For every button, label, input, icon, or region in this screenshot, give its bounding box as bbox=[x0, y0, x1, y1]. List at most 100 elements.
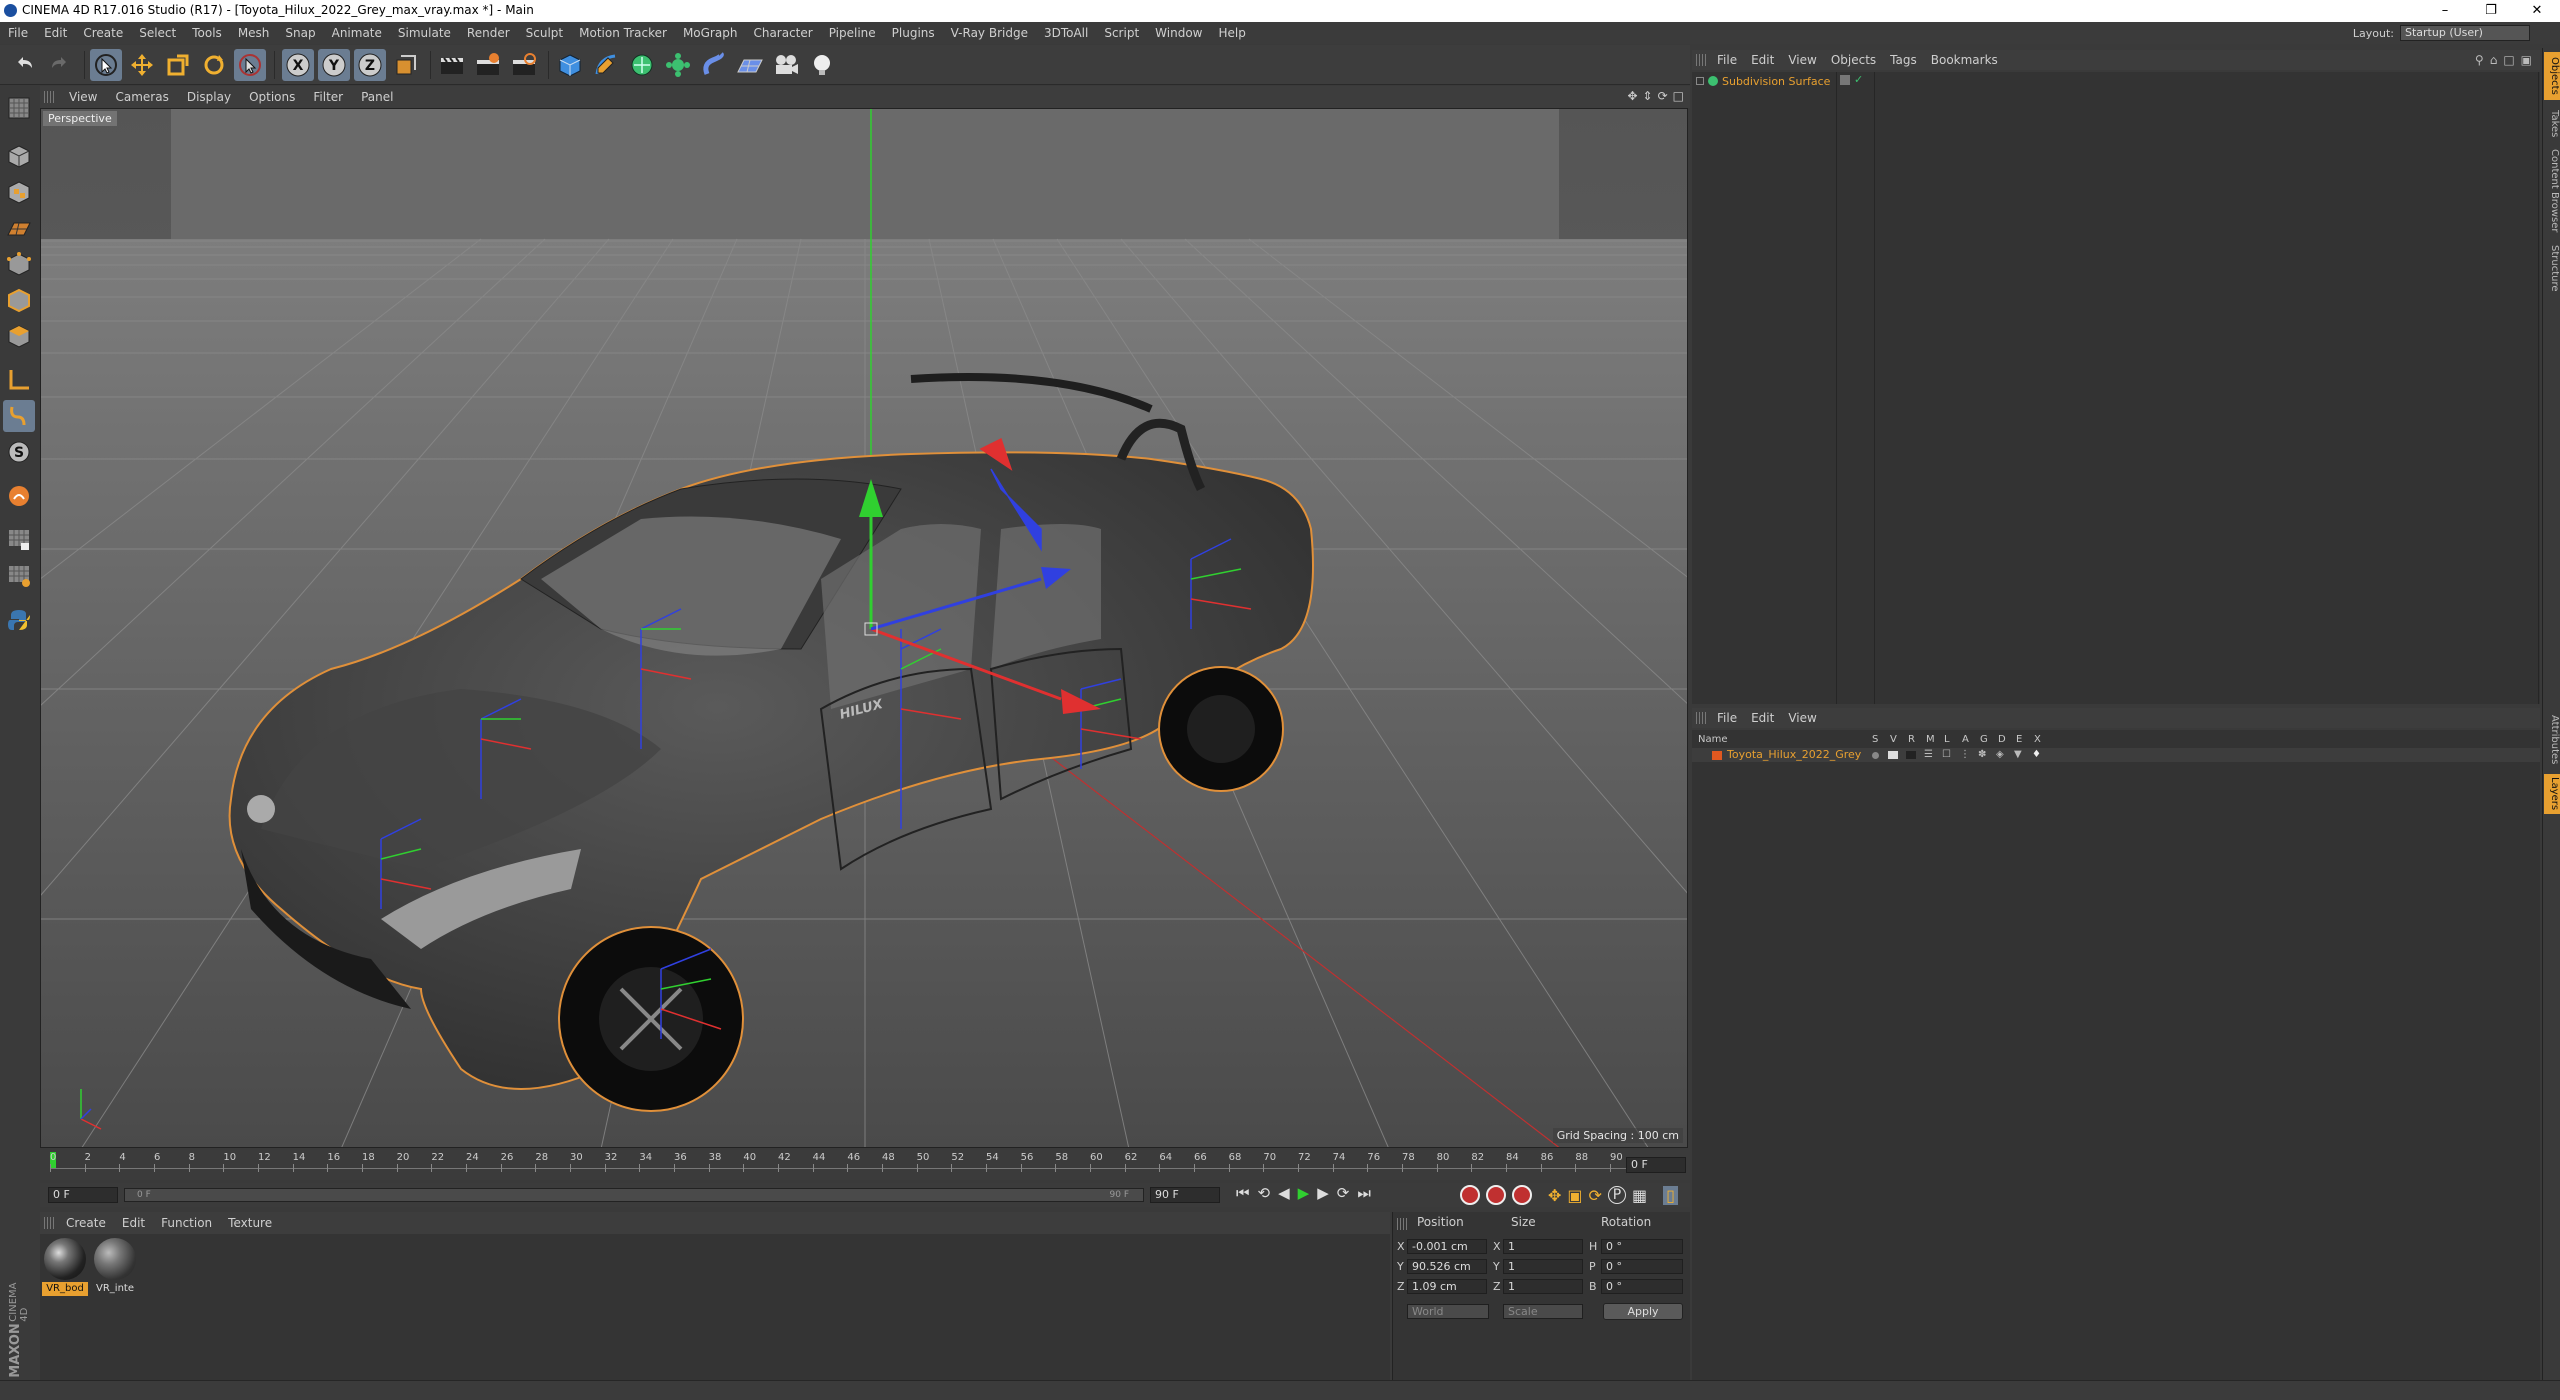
subdivision-surface-icon[interactable] bbox=[626, 49, 658, 81]
workplane-icon[interactable] bbox=[3, 212, 35, 244]
move-icon[interactable] bbox=[126, 49, 158, 81]
snap-icon[interactable]: S bbox=[3, 436, 35, 468]
size-z-field[interactable]: 1 bbox=[1503, 1279, 1583, 1294]
menu-simulate[interactable]: Simulate bbox=[390, 22, 459, 44]
tab-structure[interactable]: Structure bbox=[2544, 240, 2560, 296]
render-settings-icon[interactable] bbox=[508, 49, 540, 81]
layer-render-icon[interactable] bbox=[1906, 751, 1916, 759]
render-region-icon[interactable] bbox=[472, 49, 504, 81]
planar-workplane-icon[interactable] bbox=[3, 560, 35, 592]
spline-pen-icon[interactable] bbox=[590, 49, 622, 81]
viewport-menu-filter[interactable]: Filter bbox=[304, 86, 352, 108]
cloner-icon[interactable] bbox=[662, 49, 694, 81]
object-menu-edit[interactable]: Edit bbox=[1744, 50, 1781, 70]
layer-menu-edit[interactable]: Edit bbox=[1744, 708, 1781, 728]
object-menu-tags[interactable]: Tags bbox=[1883, 50, 1924, 70]
layout-dropdown[interactable]: Startup (User) bbox=[2400, 25, 2530, 41]
key-scale-icon[interactable]: ▣ bbox=[1567, 1186, 1582, 1205]
edges-mode-icon[interactable] bbox=[3, 284, 35, 316]
object-enabled-check-icon[interactable]: ✓ bbox=[1854, 73, 1863, 86]
layer-color-swatch[interactable] bbox=[1712, 751, 1722, 760]
make-editable-icon[interactable] bbox=[3, 92, 35, 124]
menu-mesh[interactable]: Mesh bbox=[230, 22, 278, 44]
maximize-button[interactable]: ❐ bbox=[2468, 0, 2514, 22]
layer-manager-icon[interactable]: ☰ bbox=[1924, 749, 1933, 760]
object-menu-view[interactable]: View bbox=[1781, 50, 1823, 70]
menu-tools[interactable]: Tools bbox=[184, 22, 230, 44]
camera-label[interactable]: Perspective bbox=[43, 111, 117, 126]
menu-select[interactable]: Select bbox=[131, 22, 184, 44]
object-new-window-icon[interactable]: □ bbox=[2503, 53, 2514, 67]
layer-expression-icon[interactable]: ▼ bbox=[2014, 749, 2022, 760]
object-row-subdivision-surface[interactable]: Subdivision Surface bbox=[1696, 74, 1830, 88]
menu-render[interactable]: Render bbox=[459, 22, 518, 44]
key-rotation-icon[interactable]: ⟳ bbox=[1589, 1186, 1602, 1205]
menu-edit[interactable]: Edit bbox=[36, 22, 75, 44]
object-search-icon[interactable]: ⚲ bbox=[2475, 53, 2484, 67]
key-pla-icon[interactable]: ▦ bbox=[1632, 1186, 1647, 1205]
viewport-menu-cameras[interactable]: Cameras bbox=[106, 86, 177, 108]
layer-animation-icon[interactable]: ⋮ bbox=[1960, 749, 1970, 760]
position-z-field[interactable]: 1.09 cm bbox=[1407, 1279, 1487, 1294]
redo-icon[interactable] bbox=[44, 49, 76, 81]
menu-motion-tracker[interactable]: Motion Tracker bbox=[571, 22, 675, 44]
viewport-move-icon[interactable]: ✥ bbox=[1627, 89, 1637, 103]
layer-row[interactable]: Toyota_Hilux_2022_Grey ☰ ☐ ⋮ ✽ ◈ ▼ ♦ bbox=[1692, 748, 2540, 762]
next-key-icon[interactable]: ⟳ bbox=[1337, 1184, 1350, 1202]
prev-frame-icon[interactable]: ◀ bbox=[1278, 1184, 1290, 1202]
viewport-maximize-icon[interactable]: □ bbox=[1673, 89, 1684, 103]
object-home-icon[interactable]: ⌂ bbox=[2490, 53, 2498, 67]
current-frame-field[interactable]: 0 F bbox=[1626, 1157, 1686, 1173]
3d-viewport[interactable]: HILUX Perspective Grid Spacing : 100 cm bbox=[40, 108, 1688, 1148]
model-mode-icon[interactable] bbox=[3, 140, 35, 172]
object-maximize-icon[interactable]: ▣ bbox=[2521, 53, 2532, 67]
timeline-window-icon[interactable]: ▯ bbox=[1663, 1185, 1678, 1205]
material-menu-create[interactable]: Create bbox=[58, 1212, 114, 1234]
layer-deformer-icon[interactable]: ◈ bbox=[1996, 749, 2004, 760]
menu-script[interactable]: Script bbox=[1096, 22, 1147, 44]
size-y-field[interactable]: 1 bbox=[1503, 1259, 1583, 1274]
layer-generator-icon[interactable]: ✽ bbox=[1978, 749, 1986, 760]
scale-icon[interactable] bbox=[162, 49, 194, 81]
rotation-h-field[interactable]: 0 ° bbox=[1601, 1239, 1683, 1254]
goto-start-icon[interactable]: ⏮ bbox=[1236, 1184, 1250, 1202]
python-icon[interactable] bbox=[3, 604, 35, 636]
layer-visible-icon[interactable] bbox=[1888, 751, 1898, 759]
polygons-mode-icon[interactable] bbox=[3, 320, 35, 352]
menu-character[interactable]: Character bbox=[745, 22, 820, 44]
expand-icon[interactable] bbox=[1696, 77, 1704, 85]
next-frame-icon[interactable]: ▶ bbox=[1317, 1184, 1329, 1202]
menu-snap[interactable]: Snap bbox=[277, 22, 323, 44]
play-icon[interactable]: ▶ bbox=[1298, 1184, 1310, 1202]
position-y-field[interactable]: 90.526 cm bbox=[1407, 1259, 1487, 1274]
layer-lock-icon[interactable]: ☐ bbox=[1942, 749, 1951, 760]
end-frame-field[interactable]: 90 F bbox=[1150, 1187, 1220, 1203]
rotation-p-field[interactable]: 0 ° bbox=[1601, 1259, 1683, 1274]
prev-key-icon[interactable]: ⟲ bbox=[1258, 1184, 1271, 1202]
points-mode-icon[interactable] bbox=[3, 248, 35, 280]
y-axis-lock-icon[interactable]: Y bbox=[318, 49, 350, 81]
material-menu-edit[interactable]: Edit bbox=[114, 1212, 153, 1234]
timeline-ruler[interactable]: 0 2 4 6 8 10 12 14 16 18 20 22 24 26 28 … bbox=[40, 1150, 1690, 1180]
layer-solo-icon[interactable] bbox=[1872, 752, 1879, 759]
tab-attributes[interactable]: Attributes bbox=[2544, 710, 2560, 770]
viewport-zoom-icon[interactable]: ⇕ bbox=[1643, 89, 1653, 103]
tab-takes[interactable]: Takes bbox=[2544, 106, 2560, 142]
z-axis-lock-icon[interactable]: Z bbox=[354, 49, 386, 81]
frame-range-slider[interactable]: 0 F 90 F bbox=[124, 1188, 1144, 1202]
live-selection-icon[interactable] bbox=[90, 49, 122, 81]
size-x-field[interactable]: 1 bbox=[1503, 1239, 1583, 1254]
recent-tool-icon[interactable] bbox=[234, 49, 266, 81]
tab-objects[interactable]: Objects bbox=[2544, 52, 2560, 100]
viewport-rotate-icon[interactable]: ⟳ bbox=[1658, 89, 1668, 103]
menu-3dtoall[interactable]: 3DToAll bbox=[1036, 22, 1096, 44]
material-menu-function[interactable]: Function bbox=[153, 1212, 220, 1234]
coordinate-mode-select[interactable]: World bbox=[1407, 1304, 1489, 1319]
material-menu-texture[interactable]: Texture bbox=[220, 1212, 280, 1234]
record-keyframe-icon[interactable] bbox=[1460, 1185, 1480, 1205]
rotate-icon[interactable] bbox=[198, 49, 230, 81]
menu-sculpt[interactable]: Sculpt bbox=[518, 22, 571, 44]
object-menu-objects[interactable]: Objects bbox=[1824, 50, 1883, 70]
size-mode-select[interactable]: Scale bbox=[1503, 1304, 1583, 1319]
camera-icon[interactable] bbox=[770, 49, 802, 81]
